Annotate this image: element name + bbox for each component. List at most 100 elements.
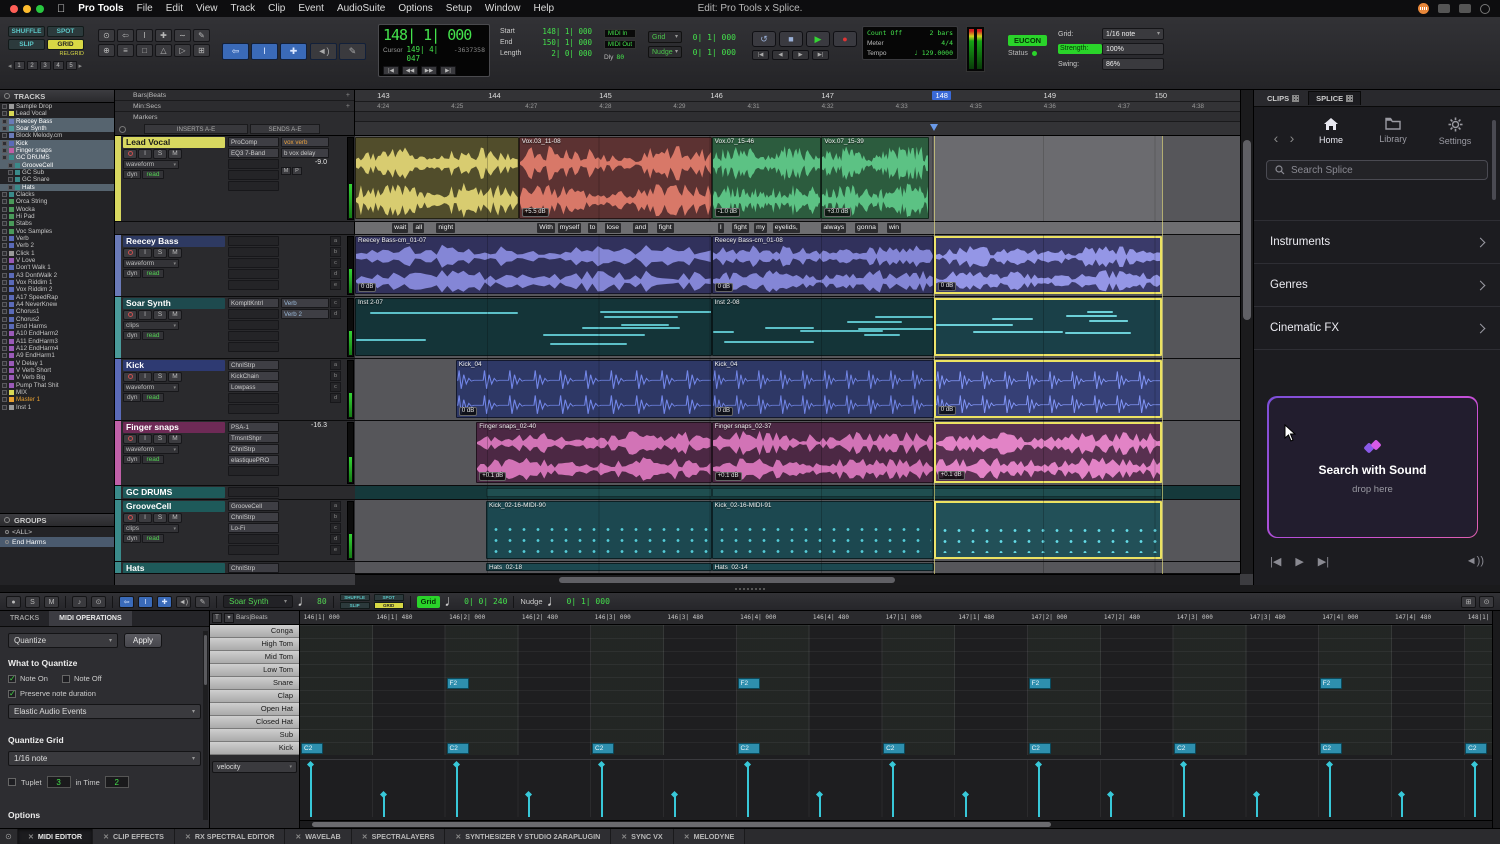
record-enable-button[interactable]	[123, 149, 137, 159]
main-counter[interactable]: 148| 1| 000 Cursor 149| 4| 047 -3637358 …	[378, 24, 490, 77]
close-tab-icon[interactable]: ✕	[103, 833, 109, 841]
clip-groovecell-2[interactable]	[934, 501, 1162, 559]
mode-shuffle-button[interactable]: SHUFFLE	[8, 26, 45, 37]
selector-tool-icon[interactable]: I	[136, 29, 153, 42]
insert-slot[interactable]: PSA-1	[228, 422, 279, 432]
dyn-button[interactable]: dyn	[123, 534, 141, 543]
sidebar-track-reecey-bass[interactable]: Reecey Bass	[0, 118, 114, 125]
me-nudge-value[interactable]: 0| 1| 000	[567, 597, 610, 606]
sidebar-track-orca-string[interactable]: Orca String	[0, 198, 114, 205]
sidebar-track-a4-neverknew[interactable]: A4 NeverKnew	[0, 301, 114, 308]
quantize-source-select[interactable]: Elastic Audio Events	[8, 704, 201, 719]
sidebar-track-vox-riddim-2[interactable]: Vox Riddim 2	[0, 286, 114, 293]
record-enable-button[interactable]	[123, 372, 137, 382]
velocity-stem[interactable]	[1401, 795, 1403, 817]
midi-velocity-lane[interactable]	[300, 759, 1492, 817]
menu-event[interactable]: Event	[298, 3, 324, 14]
tuplet-value-input[interactable]: 3	[47, 776, 71, 788]
lyric-word[interactable]: myself	[558, 223, 582, 233]
insert-slot[interactable]	[228, 487, 279, 497]
insert-slot[interactable]: GrooveCell	[228, 501, 279, 511]
clip-soar-synth-2[interactable]	[934, 298, 1162, 356]
smart-trim-button[interactable]: ⇦	[222, 43, 249, 60]
send-letter-c[interactable]: c	[330, 258, 341, 268]
clip-inst-2-08[interactable]: Inst 2-08	[712, 298, 934, 356]
velocity-lane-selector[interactable]: velocity	[212, 761, 297, 773]
me-zoom-icon[interactable]: ⊙	[91, 596, 106, 608]
meter-value[interactable]: 4/4	[941, 39, 953, 47]
splice-next-icon[interactable]: ▶|	[1318, 555, 1329, 568]
velocity-stem[interactable]	[310, 765, 312, 817]
insert-slot[interactable]	[228, 534, 279, 544]
midi-note-kick-2[interactable]: C2	[447, 743, 469, 754]
apply-button[interactable]: Apply	[124, 633, 162, 648]
check-preserve-note-duration[interactable]: Preserve note duration	[8, 689, 96, 698]
insert-slot[interactable]	[228, 247, 279, 257]
insert-slot[interactable]	[228, 181, 279, 191]
splice-tab-clips[interactable]: CLIPS	[1260, 92, 1306, 105]
sidebar-track-gc-drums[interactable]: GC DRUMS	[0, 154, 114, 161]
velocity-stem[interactable]	[1183, 765, 1185, 817]
lyric-word[interactable]: my	[754, 223, 767, 233]
mute-button[interactable]: M	[168, 513, 182, 523]
ruler-bar-149[interactable]: 149	[1044, 91, 1057, 100]
bottom-tab-wavelab[interactable]: ✕WAVELAB	[285, 829, 351, 844]
check-note-on[interactable]: Note On	[8, 674, 48, 683]
insert-slot[interactable]	[228, 309, 279, 319]
insert-slot[interactable]	[228, 342, 279, 352]
zoom-toggle-icon[interactable]: ⊕	[98, 44, 115, 57]
me-track-selector[interactable]: Soar Synth	[223, 595, 293, 608]
clip-kick-02-16-midi-90[interactable]: Kick_02-16-MIDI-90	[486, 501, 712, 559]
insert-slot[interactable]: elastiquePRO	[228, 455, 279, 465]
menu-edit[interactable]: Edit	[166, 3, 183, 14]
bottom-tab-melodyne[interactable]: ✕MELODYNE	[674, 829, 746, 844]
window-controls[interactable]	[10, 5, 44, 13]
midi-note-kick-6[interactable]: C2	[738, 743, 760, 754]
lyric-word[interactable]: With	[537, 223, 555, 233]
lyric-word[interactable]: and	[633, 223, 648, 233]
splice-nav-home[interactable]: Home	[1300, 117, 1362, 146]
me-layout-icon[interactable]: ⊞	[1461, 596, 1476, 608]
send-letter-e[interactable]: e	[330, 280, 341, 290]
automation-mode-button[interactable]: read	[142, 170, 163, 179]
ops-tab-tracks[interactable]: TRACKS	[0, 611, 49, 626]
solo-button[interactable]: S	[153, 149, 167, 159]
checkbox-icon[interactable]	[62, 675, 70, 683]
sidebar-track-vox-riddim-1[interactable]: Vox Riddim 1	[0, 279, 114, 286]
midi-grid[interactable]: 146|1| 000146|1| 480146|2| 000146|2| 480…	[300, 611, 1492, 828]
send-pan-button[interactable]: P	[292, 167, 302, 175]
ops-scrollbar[interactable]	[203, 631, 208, 820]
mode-spot-button[interactable]: SPOT	[47, 26, 84, 37]
play-button[interactable]: ▶	[806, 31, 830, 47]
add-ruler-icon[interactable]: +	[346, 92, 350, 99]
zoom-in-icon[interactable]: ▸	[79, 62, 83, 70]
track-lane-kick[interactable]: Kick_040 dBKick_040 dB0 dB	[355, 359, 1240, 420]
splice-play-icon[interactable]: ▶	[1295, 555, 1303, 568]
input-monitor-button[interactable]: I	[138, 248, 152, 258]
clip-finger-snaps-02-40[interactable]: Finger snaps_02-40+0.1 dB	[476, 422, 711, 483]
tracks-panel-header[interactable]: TRACKS	[0, 90, 114, 103]
insert-slot[interactable]: ChnlStrp	[228, 360, 279, 370]
track-lane-reecey-bass[interactable]: Reecey Bass-cm_01-070 dBReecey Bass-cm_0…	[355, 235, 1240, 296]
loop-playback-icon[interactable]: ↺	[752, 31, 776, 47]
track-view-selector[interactable]: waveform	[123, 160, 179, 169]
swing-value[interactable]: 86%	[1102, 58, 1164, 70]
insert-slot[interactable]	[228, 320, 279, 330]
group-all[interactable]: <ALL>	[0, 527, 114, 537]
sidebar-track-a11-endharm3[interactable]: A11 EndHarm3	[0, 338, 114, 345]
sidebar-track-a3-dontwalk-2[interactable]: A3 DontWalk 2	[0, 272, 114, 279]
record-enable-button[interactable]	[123, 248, 137, 258]
dyn-button[interactable]: dyn	[123, 455, 141, 464]
control-center-icon[interactable]	[1459, 4, 1471, 13]
bottom-tab-synthesizer-v-studio-2araplugin[interactable]: ✕SYNTHESIZER V STUDIO 2ARAPLUGIN	[445, 829, 611, 844]
sidebar-track-soar-synth[interactable]: Soar Synth	[0, 125, 114, 132]
send-slot[interactable]: vox verb	[281, 137, 329, 147]
window-dock-icon[interactable]: ⊙	[0, 829, 18, 844]
midi-note-snare-14[interactable]: F2	[1320, 678, 1342, 689]
lyric-word[interactable]: fight	[732, 223, 749, 233]
lyric-word[interactable]: win	[887, 223, 901, 233]
drum-lane-snare[interactable]: Snare	[210, 677, 299, 690]
send-letter-e[interactable]: e	[330, 545, 341, 555]
track-view-selector[interactable]: clips	[123, 524, 179, 533]
midi-grid-lanes[interactable]: F2F2F2F2C2C2C2C2C2C2C2C2C2	[300, 625, 1492, 755]
